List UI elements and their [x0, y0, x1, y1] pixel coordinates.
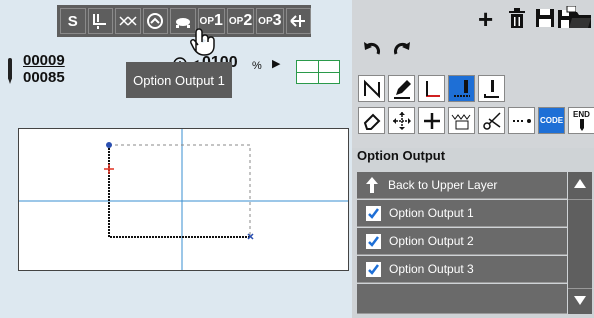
pattern-canvas[interactable] [18, 128, 349, 271]
eraser-icon [363, 113, 380, 130]
counter-current: 00009 [23, 52, 65, 69]
plus-icon [423, 112, 440, 129]
eraser-button[interactable] [358, 107, 385, 134]
needle-position-button[interactable] [448, 75, 475, 102]
redo-icon[interactable] [392, 40, 412, 58]
counter-total: 00085 [23, 69, 65, 86]
option-output-3-button[interactable]: OP 3 [256, 8, 284, 34]
needle-move-button[interactable] [478, 75, 505, 102]
up-arrow-icon [366, 177, 378, 193]
planned-path [109, 144, 251, 237]
option-output-1-row[interactable]: Option Output 1 [357, 200, 567, 227]
origin-marker [104, 164, 114, 174]
point-button[interactable] [418, 107, 445, 134]
minimap[interactable] [296, 60, 340, 84]
end-needle-icon [579, 119, 584, 131]
folder-icon[interactable] [569, 10, 591, 28]
corner-button[interactable] [418, 75, 445, 102]
cut-button[interactable] [478, 107, 505, 134]
pattern-edit-icon [363, 79, 380, 98]
save-icon[interactable] [536, 9, 554, 27]
option-output-2-button[interactable]: OP 2 [226, 8, 255, 34]
trash-icon[interactable] [508, 8, 526, 30]
mode-toolbar: S OP 1 OP 2 OP 3 [57, 5, 312, 37]
code-button[interactable]: CODE [538, 107, 565, 134]
draw-button[interactable] [388, 75, 415, 102]
scissors-icon [482, 111, 501, 130]
rotate-button[interactable] [142, 8, 169, 34]
option-output-2-row[interactable]: Option Output 2 [357, 228, 567, 255]
tooltip: Option Output 1 [126, 62, 232, 98]
stitch-counter: 00009 00085 [23, 52, 85, 86]
back-to-upper-layer-button[interactable]: Back to Upper Layer [357, 172, 567, 199]
zigzag-button[interactable] [448, 107, 475, 134]
option-output-3-row[interactable]: Option Output 3 [357, 256, 567, 283]
needle-icon [8, 58, 12, 84]
end-button[interactable]: END [568, 107, 594, 134]
checkbox-checked-icon[interactable] [366, 261, 381, 277]
edit-stitch-button[interactable] [358, 75, 385, 102]
add-icon[interactable]: + [478, 6, 493, 32]
panel-title: Option Output [357, 148, 446, 163]
jump-button[interactable] [508, 107, 535, 134]
needle-position-icon [453, 79, 470, 97]
speed-unit: % [252, 60, 262, 72]
presser-foot-icon [93, 14, 107, 29]
back-arrow-button[interactable] [285, 8, 312, 34]
s-button[interactable]: S [60, 8, 86, 34]
split-arrow-icon [290, 15, 306, 27]
move-icon [392, 111, 411, 130]
hand-cursor-icon [190, 28, 215, 56]
scroll-down-icon[interactable] [574, 296, 586, 305]
zigzag-icon [451, 113, 470, 129]
speed-increase-icon[interactable]: ▶ [272, 57, 280, 70]
dashed-line-icon [512, 118, 531, 123]
stitch-path [108, 145, 250, 238]
presser-foot-button[interactable] [87, 8, 114, 34]
corner-icon [425, 80, 440, 97]
rotate-icon [147, 13, 164, 29]
scroll-track[interactable] [568, 199, 592, 289]
checkbox-checked-icon[interactable] [366, 205, 381, 221]
scroll-up-icon[interactable] [574, 179, 586, 188]
scrollbar[interactable] [568, 172, 592, 314]
trim-icon [119, 16, 137, 26]
thread-trim-button[interactable] [115, 8, 141, 34]
pencil-icon [393, 79, 411, 99]
start-point [106, 142, 112, 148]
move-button[interactable] [388, 107, 415, 134]
checkbox-checked-icon[interactable] [366, 233, 381, 249]
edit-tool-row-2: CODE END [358, 107, 594, 134]
pattern-drawing [19, 129, 348, 270]
empty-list-row [357, 284, 567, 314]
needle-down-icon [483, 79, 499, 98]
edit-tool-row-1 [358, 75, 505, 102]
undo-icon[interactable] [362, 40, 382, 58]
